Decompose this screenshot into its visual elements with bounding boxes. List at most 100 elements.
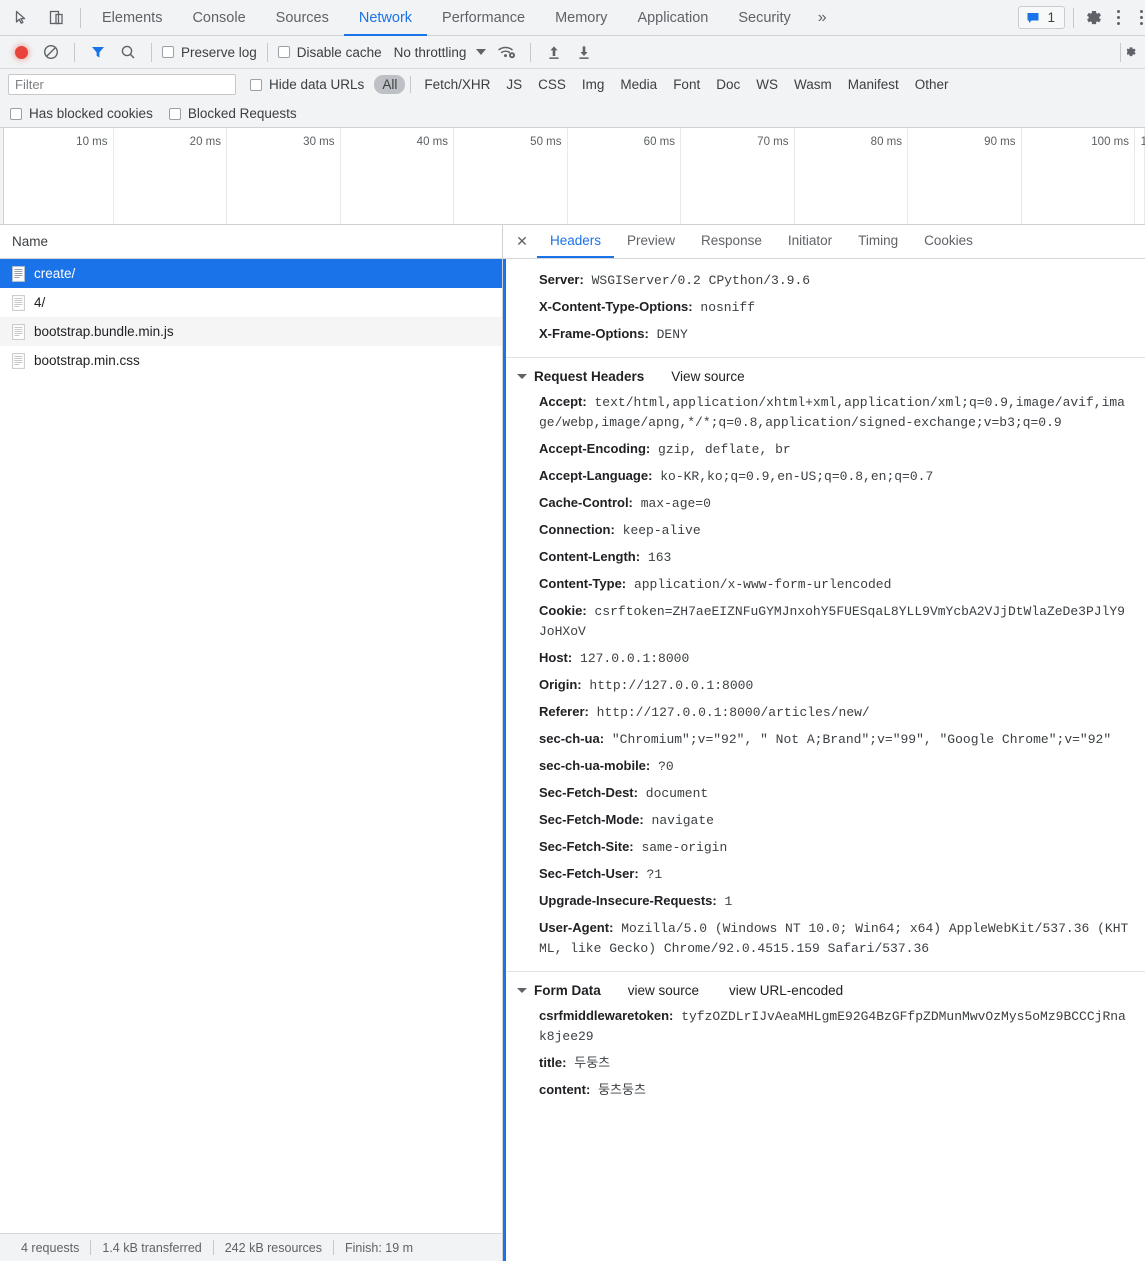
header-key: Host: — [539, 650, 573, 665]
more-options-icon[interactable] — [1108, 10, 1129, 25]
request-rows: create/ 4/ bootstrap.bundle.min.js boots… — [0, 259, 502, 1233]
message-icon — [1027, 12, 1039, 23]
ruler-tick: 70 ms — [681, 128, 795, 224]
more-options-icon-clipped[interactable] — [1131, 10, 1143, 25]
tab-preview[interactable]: Preview — [614, 225, 688, 258]
preserve-log-checkbox[interactable]: Preserve log — [162, 45, 257, 60]
status-resources: 242 kB resources — [224, 1240, 323, 1255]
tab-security[interactable]: Security — [723, 1, 805, 36]
message-count: 1 — [1047, 10, 1055, 25]
table-row[interactable]: bootstrap.min.css — [0, 346, 502, 375]
header-row: Host: 127.0.0.1:8000 — [503, 645, 1145, 672]
tab-memory[interactable]: Memory — [540, 1, 622, 36]
filter-type-fetch-xhr[interactable]: Fetch/XHR — [416, 75, 498, 94]
import-har-button[interactable] — [541, 39, 567, 65]
tab-sources[interactable]: Sources — [261, 1, 344, 36]
header-row: Cache-Control: max-age=0 — [503, 490, 1145, 517]
clear-button[interactable] — [38, 39, 64, 65]
tab-timing[interactable]: Timing — [845, 225, 911, 258]
header-key: Accept: — [539, 394, 587, 409]
search-button[interactable] — [115, 39, 141, 65]
header-row: Connection: keep-alive — [503, 517, 1145, 544]
form-field-key: content: — [539, 1082, 591, 1097]
view-url-encoded-link[interactable]: view URL-encoded — [729, 983, 843, 998]
view-source-link[interactable]: View source — [671, 369, 744, 384]
record-button[interactable] — [8, 39, 34, 65]
wifi-settings-icon — [498, 46, 516, 59]
header-value: ?0 — [658, 759, 674, 774]
blocked-requests-checkbox[interactable]: Blocked Requests — [168, 106, 297, 121]
filter-type-all[interactable]: All — [374, 75, 406, 94]
filter-type-manifest[interactable]: Manifest — [840, 75, 907, 94]
header-value: max-age=0 — [640, 496, 711, 511]
header-row: Referer: http://127.0.0.1:8000/articles/… — [503, 699, 1145, 726]
hide-data-urls-checkbox[interactable]: Hide data URLs — [250, 77, 364, 92]
tab-network[interactable]: Network — [343, 1, 428, 36]
overview-ruler: 10 ms 20 ms 30 ms 40 ms 50 ms 60 ms 70 m… — [0, 128, 1145, 224]
tab-application[interactable]: Application — [622, 1, 723, 36]
filter-type-wasm[interactable]: Wasm — [786, 75, 840, 94]
console-messages-badge[interactable]: 1 — [1018, 6, 1065, 29]
header-row: Sec-Fetch-Dest: document — [503, 780, 1145, 807]
network-overview-timeline[interactable]: 10 ms 20 ms 30 ms 40 ms 50 ms 60 ms 70 m… — [0, 128, 1145, 225]
checkbox-box — [168, 107, 181, 120]
close-icon[interactable]: ✕ — [507, 225, 537, 258]
ruler-tick-label: 20 ms — [189, 136, 221, 148]
throttling-dropdown[interactable]: No throttling — [394, 45, 487, 60]
header-key: Content-Type: — [539, 576, 627, 591]
network-toolbar: Preserve log Disable cache No throttling — [0, 36, 1145, 69]
header-row: Accept-Encoding: gzip, deflate, br — [503, 436, 1145, 463]
form-data-title-row[interactable]: Form Data view source view URL-encoded — [503, 978, 1145, 1003]
tab-cookies[interactable]: Cookies — [911, 225, 986, 258]
export-har-button[interactable] — [571, 39, 597, 65]
device-toolbar-icon[interactable] — [44, 6, 68, 30]
document-icon — [12, 323, 25, 340]
tab-response[interactable]: Response — [688, 225, 775, 258]
section-links: View source — [671, 369, 744, 384]
blocked-requests-label: Blocked Requests — [187, 106, 297, 121]
tab-elements[interactable]: Elements — [87, 1, 177, 36]
tabbar-divider — [80, 7, 81, 28]
disable-cache-checkbox[interactable]: Disable cache — [277, 45, 382, 60]
filter-type-doc[interactable]: Doc — [708, 75, 748, 94]
filter-bar-secondary: Has blocked cookies Blocked Requests — [0, 100, 1145, 128]
filter-type-js[interactable]: JS — [498, 75, 530, 94]
tab-headers[interactable]: Headers — [537, 225, 615, 258]
filter-type-media[interactable]: Media — [612, 75, 665, 94]
ruler-tick-label: 40 ms — [416, 136, 448, 148]
inspect-element-icon[interactable] — [10, 6, 34, 30]
ruler-tick-label: 1 — [1141, 136, 1145, 148]
tab-performance[interactable]: Performance — [427, 1, 540, 36]
table-row[interactable]: bootstrap.bundle.min.js — [0, 317, 502, 346]
header-key: Content-Length: — [539, 549, 641, 564]
form-field-key: title: — [539, 1055, 567, 1070]
tab-initiator[interactable]: Initiator — [775, 225, 845, 258]
filter-toggle-button[interactable] — [85, 39, 111, 65]
ruler-tick-label: 10 ms — [76, 136, 108, 148]
ruler-tick-label: 80 ms — [870, 136, 902, 148]
has-blocked-cookies-checkbox[interactable]: Has blocked cookies — [10, 106, 153, 121]
filter-type-font[interactable]: Font — [665, 75, 708, 94]
more-tabs-icon[interactable]: » — [806, 1, 839, 36]
request-list-header[interactable]: Name — [0, 225, 502, 259]
chevron-down-icon — [476, 49, 487, 55]
table-row[interactable]: create/ — [0, 259, 502, 288]
filter-input[interactable] — [8, 74, 236, 95]
ruler-tick: 10 ms — [0, 128, 114, 224]
network-settings-gear-icon[interactable] — [1127, 39, 1137, 65]
gear-icon[interactable] — [1082, 6, 1106, 30]
filter-type-ws[interactable]: WS — [748, 75, 786, 94]
headers-content[interactable]: Server: WSGIServer/0.2 CPython/3.9.6 X-C… — [503, 259, 1145, 1261]
ruler-tick-label: 90 ms — [984, 136, 1016, 148]
filter-type-other[interactable]: Other — [907, 75, 957, 94]
request-headers-title-row[interactable]: Request Headers View source — [503, 364, 1145, 389]
request-detail-panel: ✕ Headers Preview Response Initiator Tim… — [503, 225, 1145, 1261]
filter-type-img[interactable]: Img — [574, 75, 613, 94]
view-source-link[interactable]: view source — [628, 983, 699, 998]
network-conditions-button[interactable] — [494, 39, 520, 65]
filter-bar: Hide data URLs All Fetch/XHR JS CSS Img … — [0, 69, 1145, 100]
table-row[interactable]: 4/ — [0, 288, 502, 317]
tab-console[interactable]: Console — [177, 1, 260, 36]
toolbar-divider-3 — [266, 42, 268, 62]
filter-type-css[interactable]: CSS — [530, 75, 574, 94]
